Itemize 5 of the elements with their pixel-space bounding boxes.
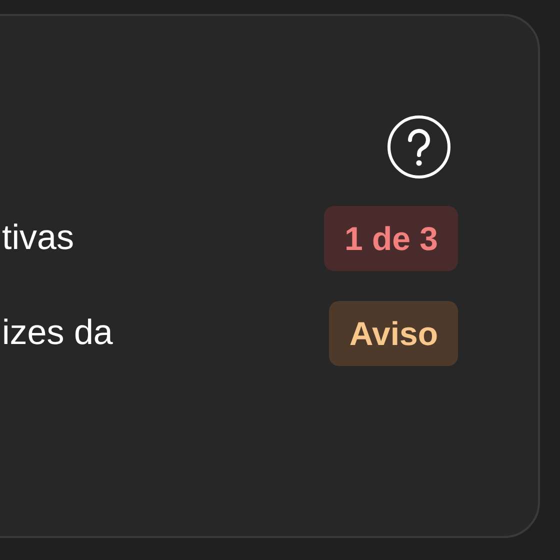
setting-label: tivas — [2, 217, 74, 260]
status-badge: Aviso — [329, 301, 458, 366]
setting-label: izes da — [2, 312, 113, 354]
status-badge: 1 de 3 — [324, 206, 458, 271]
help-icon[interactable] — [386, 114, 452, 180]
